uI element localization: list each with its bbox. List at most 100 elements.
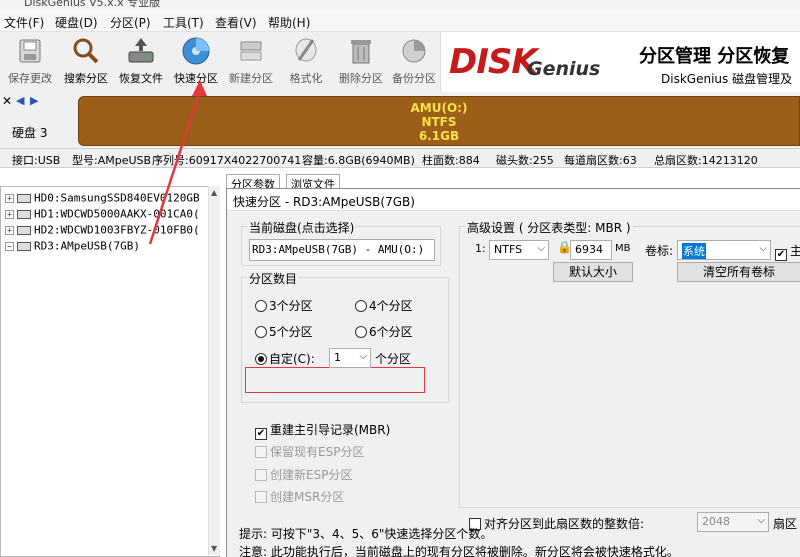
keep-esp-checkbox[interactable]: 保留现有ESP分区: [255, 443, 364, 460]
volume-label-text: 卷标:: [645, 244, 674, 258]
menu-bar: 文件(F) 硬盘(D) 分区(P) 工具(T) 查看(V) 帮助(H): [0, 9, 800, 32]
hard-disk-icon: [17, 193, 31, 203]
menu-file[interactable]: 文件(F): [4, 14, 44, 31]
tree-item-hd1[interactable]: + HD1:WDCWD5000AAKX-001CA0(: [5, 207, 200, 223]
partition-count-title: 分区数目: [247, 270, 300, 287]
chevron-down-icon: ⌵: [757, 515, 765, 526]
banner-slogan: 分区管理 分区恢复: [639, 46, 790, 67]
format-button[interactable]: 格式化: [278, 34, 334, 90]
size-unit: MB: [615, 243, 631, 254]
hard-disk-icon: [17, 225, 31, 235]
radio-3-partitions[interactable]: 3个分区: [255, 297, 313, 314]
row-index: 1:: [475, 242, 486, 255]
scroll-up-icon[interactable]: ▲: [211, 188, 217, 197]
info-serial: 序列号:60917X4022700741: [152, 154, 302, 167]
save-disk-icon: [19, 39, 41, 63]
check-icon: ✔: [255, 428, 267, 440]
align-partition-checkbox[interactable]: 对齐分区到此扇区数的整数倍:: [469, 515, 644, 532]
menu-disk[interactable]: 硬盘(D): [55, 14, 98, 31]
info-total-sectors: 总扇区数:14213120: [654, 154, 758, 167]
radio-4-circle: [355, 300, 367, 312]
tree-item-hd0[interactable]: + HD0:SamsungSSD840EV0120GB: [5, 191, 200, 207]
check-icon: ✔: [775, 249, 787, 261]
tree-scrollbar[interactable]: ▲ ▼: [208, 186, 220, 555]
menu-view[interactable]: 查看(V): [215, 14, 257, 31]
align-unit: 扇区: [773, 517, 798, 531]
info-capacity: 容量:6.8GB(6940MB): [302, 154, 415, 167]
banner-subslogan: DiskGenius 磁盘管理及: [661, 72, 793, 86]
info-interface: 接口:USB: [12, 154, 61, 167]
expand-icon[interactable]: +: [5, 209, 14, 219]
warning-text: 注意: 此功能执行后，当前磁盘上的现有分区将被删除。新分区将会被快速格式化。: [239, 545, 679, 557]
hard-disk-icon: [17, 241, 31, 251]
align-sectors-select[interactable]: 2048 ⌵: [697, 512, 769, 532]
create-esp-checkbox[interactable]: 创建新ESP分区: [255, 466, 352, 483]
info-heads: 磁头数:255: [496, 154, 554, 167]
disk-label: 硬盘 3: [12, 126, 48, 140]
partition-name: AMU(O:): [410, 101, 468, 115]
new-partition-button[interactable]: 新建分区: [223, 34, 279, 90]
brand-banner: DISK Genius 分区管理 分区恢复 DiskGenius 磁盘管理及: [440, 32, 800, 92]
radio-4-partitions[interactable]: 4个分区: [355, 297, 413, 314]
backup-partition-button[interactable]: 备份分区: [386, 34, 442, 90]
prev-disk-icon[interactable]: ◀: [16, 94, 24, 107]
filesystem-select[interactable]: NTFS ⌵: [489, 240, 549, 260]
diskgenius-logo: DISK Genius: [443, 36, 603, 88]
scroll-down-icon[interactable]: ▼: [211, 544, 217, 553]
create-msr-checkbox[interactable]: 创建MSR分区: [255, 488, 344, 505]
default-size-button[interactable]: 默认大小: [553, 262, 633, 282]
tree-item-hd2[interactable]: + HD2:WDCWD1003FBYZ-010FB0(: [5, 223, 200, 239]
dialog-body: 当前磁盘(点击选择) RD3:AMpeUSB(7GB) - AMU(O:) 分区…: [227, 211, 800, 557]
toolbar: 保存更改 搜索分区 恢复文件 快速分区 新建分区 格式化 删除分区 备份分区: [0, 32, 440, 92]
format-icon: [295, 38, 317, 62]
dialog-title-bar: 快速分区 - RD3:AMpeUSB(7GB): [227, 189, 800, 211]
current-disk-selector[interactable]: RD3:AMpeUSB(7GB) - AMU(O:): [249, 239, 435, 261]
expand-icon[interactable]: +: [5, 193, 14, 203]
recover-files-button[interactable]: 恢复文件: [113, 34, 169, 90]
advanced-settings-title: 高级设置 ( 分区表类型: MBR ): [465, 219, 633, 236]
backup-icon: [402, 39, 426, 63]
clear-all-labels-button[interactable]: 清空所有卷标: [677, 262, 800, 282]
primary-checkbox[interactable]: ✔ 主: [775, 242, 800, 261]
chevron-down-icon: ⌵: [537, 243, 545, 254]
tree-item-rd3[interactable]: − RD3:AMpeUSB(7GB): [5, 239, 140, 255]
chevron-down-icon: ⌵: [759, 243, 767, 254]
current-disk-group-title: 当前磁盘(点击选择): [247, 219, 357, 236]
rebuild-mbr-checkbox[interactable]: ✔ 重建主引导记录(MBR): [255, 421, 390, 440]
hard-disk-icon: [17, 209, 31, 219]
quick-partition-dialog: 快速分区 - RD3:AMpeUSB(7GB) 当前磁盘(点击选择) RD3:A…: [226, 188, 800, 557]
custom-count-select[interactable]: 1 ⌵: [329, 348, 371, 368]
menu-help[interactable]: 帮助(H): [268, 14, 310, 31]
recover-drive-icon: [128, 38, 154, 63]
radio-5-partitions[interactable]: 5个分区: [255, 323, 313, 340]
menu-partition[interactable]: 分区(P): [110, 14, 151, 31]
partition-fs: NTFS: [421, 115, 457, 129]
radio-5-circle: [255, 326, 267, 338]
next-disk-icon[interactable]: ▶: [30, 94, 38, 107]
info-sectors-per-track: 每道扇区数:63: [564, 154, 637, 167]
radio-6-partitions[interactable]: 6个分区: [355, 323, 413, 340]
radio-custom[interactable]: 自定(C):: [255, 350, 315, 367]
menu-tools[interactable]: 工具(T): [163, 14, 204, 31]
search-partition-button[interactable]: 搜索分区: [58, 34, 114, 90]
info-cylinders: 柱面数:884: [422, 154, 480, 167]
expand-icon[interactable]: −: [5, 241, 14, 251]
custom-count-highlight: [245, 367, 425, 393]
save-changes-button[interactable]: 保存更改: [2, 34, 58, 90]
info-model: 型号:AMpeUSB: [72, 154, 152, 167]
partition-size-input[interactable]: 6934: [570, 240, 612, 260]
custom-count-suffix: 个分区: [375, 352, 412, 366]
expand-icon[interactable]: +: [5, 225, 14, 235]
close-icon[interactable]: ✕: [2, 94, 12, 108]
disk-tree: + HD0:SamsungSSD840EV0120GB + HD1:WDCWD500…: [0, 186, 220, 557]
new-partition-icon: [240, 41, 262, 61]
delete-partition-button[interactable]: 删除分区: [333, 34, 389, 90]
disk-map-row: ✕ ◀ ▶ 硬盘 3 AMU(O:) NTFS 6.1GB: [0, 92, 800, 148]
magnifier-icon: [73, 38, 99, 64]
volume-label-select[interactable]: 系统 ⌵: [677, 240, 771, 260]
dialog-title: 快速分区 - RD3:AMpeUSB(7GB): [233, 195, 415, 209]
quick-partition-button[interactable]: 快速分区: [168, 34, 224, 90]
partition-block[interactable]: AMU(O:) NTFS 6.1GB: [78, 96, 800, 146]
partition-size: 6.1GB: [418, 129, 460, 143]
radio-custom-circle: [255, 353, 267, 365]
